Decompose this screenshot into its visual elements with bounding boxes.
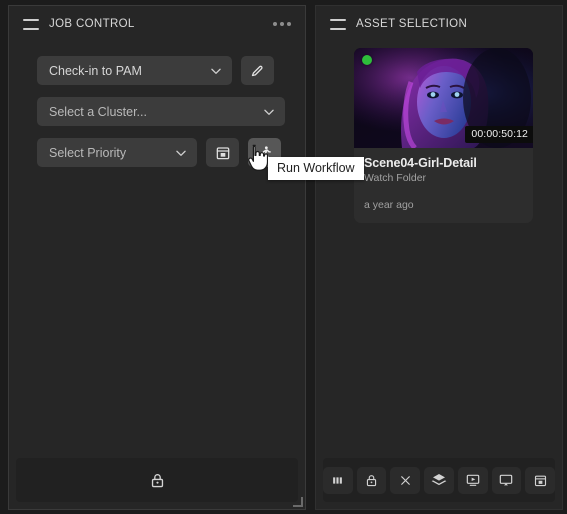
more-horizontal-icon[interactable] — [271, 16, 293, 32]
panel-resize-handle[interactable] — [293, 497, 303, 507]
workflow-select-value: Check-in to PAM — [49, 63, 142, 78]
chevron-down-icon — [248, 105, 276, 119]
job-control-header: JOB CONTROL — [9, 6, 305, 42]
lock-button[interactable] — [142, 466, 172, 494]
asset-timecode: 00:00:50:12 — [465, 126, 533, 143]
asset-card-body: Scene04-Girl-Detail Watch Folder a year … — [354, 148, 533, 223]
workflow-select[interactable]: Check-in to PAM — [37, 56, 232, 85]
asset-status-dot — [362, 55, 372, 65]
edit-workflow-button[interactable] — [241, 56, 274, 85]
priority-select-value: Select Priority — [49, 145, 127, 160]
cast-screen-icon[interactable] — [491, 466, 522, 494]
chevron-down-icon — [195, 64, 223, 78]
app-window: JOB CONTROL Check-in to PAM Select a Clu… — [0, 0, 567, 514]
layers-icon[interactable] — [424, 466, 454, 494]
priority-select[interactable]: Select Priority — [37, 138, 197, 167]
job-control-footer — [16, 458, 298, 502]
job-control-form: Check-in to PAM Select a Cluster... Sele… — [9, 42, 305, 167]
job-control-title: JOB CONTROL — [49, 18, 135, 30]
asset-name: Scene04-Girl-Detail — [364, 156, 477, 170]
priority-row: Select Priority — [37, 138, 285, 167]
asset-thumbnail[interactable]: 00:00:50:12 — [354, 48, 533, 148]
asset-modified: a year ago — [364, 199, 414, 211]
close-icon[interactable] — [390, 466, 421, 494]
drag-handle-icon[interactable] — [23, 18, 39, 30]
workflow-row: Check-in to PAM — [37, 56, 285, 85]
columns-icon[interactable] — [322, 466, 353, 494]
asset-selection-title: ASSET SELECTION — [356, 18, 468, 30]
lock-icon[interactable] — [356, 466, 387, 494]
job-control-panel: JOB CONTROL Check-in to PAM Select a Clu… — [8, 5, 306, 510]
asset-selection-body: 00:00:50:12 Scene04-Girl-Detail Watch Fo… — [316, 42, 562, 458]
asset-selection-panel: ASSET SELECTION 00:00:50:12 Scene04-Girl… — [315, 5, 563, 510]
cluster-select[interactable]: Select a Cluster... — [37, 97, 285, 126]
cluster-select-value: Select a Cluster... — [49, 104, 147, 119]
calendar-icon[interactable] — [525, 466, 556, 494]
run-workflow-tooltip: Run Workflow — [268, 157, 364, 180]
chevron-down-icon — [160, 146, 188, 160]
cluster-row: Select a Cluster... — [37, 97, 285, 126]
asset-selection-header: ASSET SELECTION — [316, 6, 562, 42]
asset-list: 00:00:50:12 Scene04-Girl-Detail Watch Fo… — [316, 42, 562, 223]
asset-card[interactable]: 00:00:50:12 Scene04-Girl-Detail Watch Fo… — [354, 48, 533, 223]
drag-handle-icon[interactable] — [330, 18, 346, 30]
asset-toolbar — [322, 458, 556, 502]
job-control-body: Check-in to PAM Select a Cluster... Sele… — [9, 42, 305, 458]
media-player-icon[interactable] — [457, 466, 488, 494]
asset-source: Watch Folder — [364, 172, 427, 184]
schedule-button[interactable] — [206, 138, 239, 167]
